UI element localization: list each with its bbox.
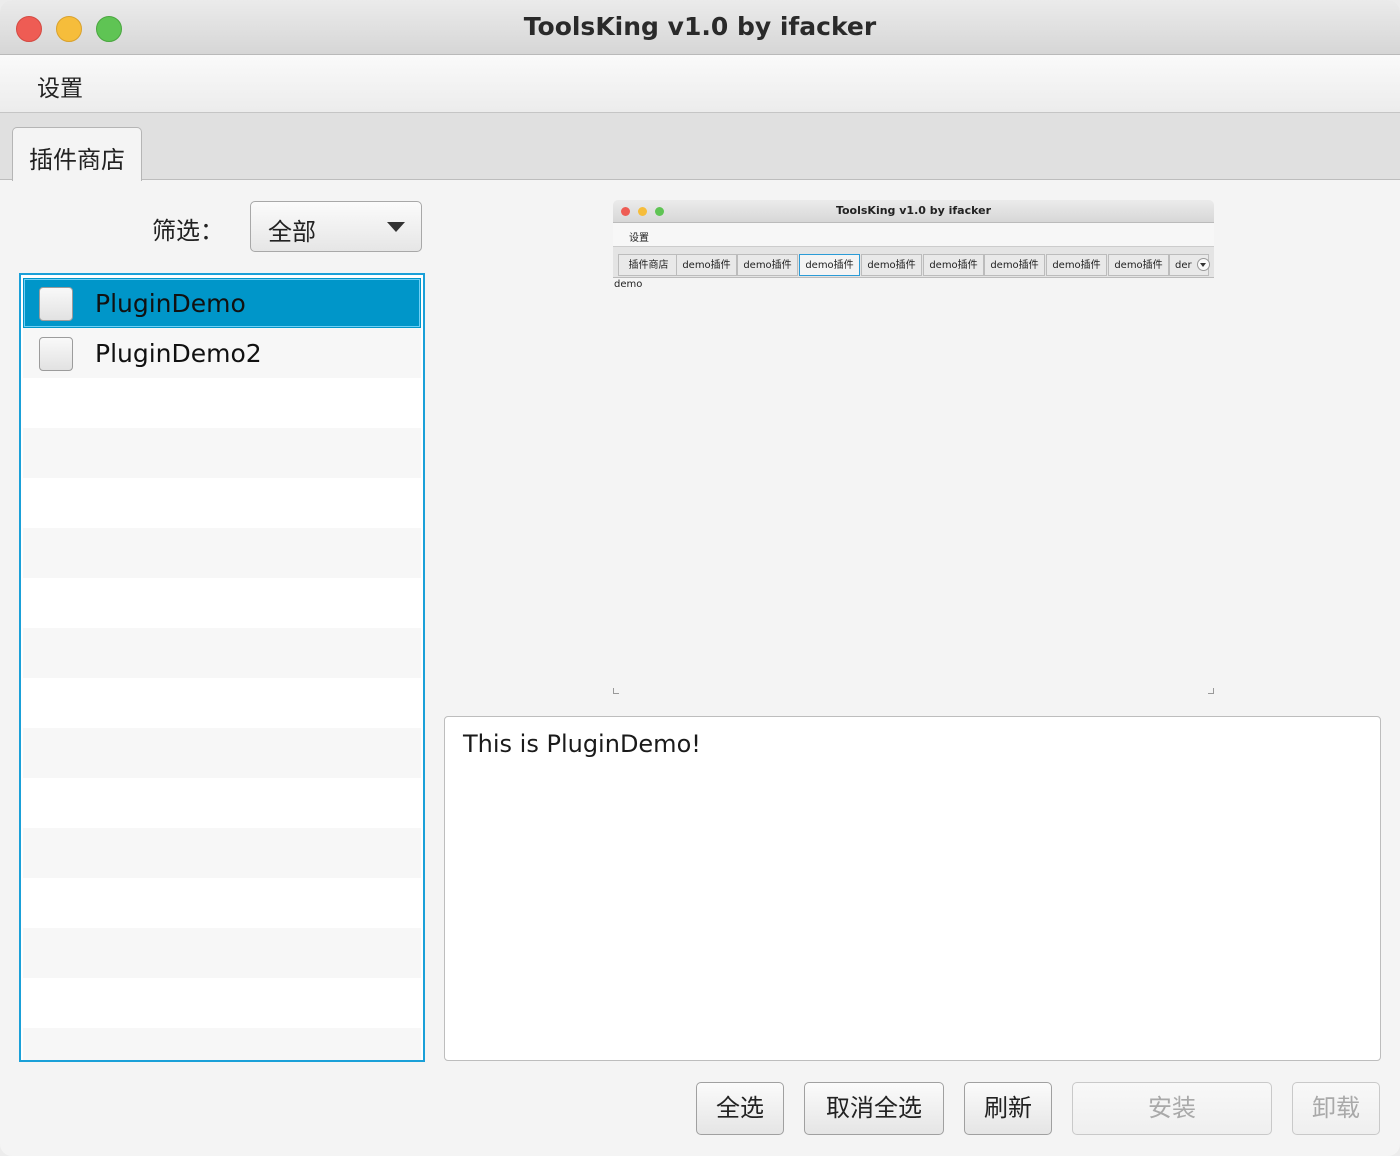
preview-tab: demo插件 bbox=[1108, 254, 1169, 276]
plugin-name: PluginDemo bbox=[95, 289, 246, 318]
preview-tab: demo插件 bbox=[861, 254, 922, 276]
preview-title-bar: ToolsKing v1.0 by ifacker bbox=[613, 200, 1214, 223]
filter-dropdown[interactable]: 全部 bbox=[250, 201, 422, 252]
plugin-checkbox[interactable] bbox=[39, 337, 73, 371]
tab-plugin-store[interactable]: 插件商店 bbox=[12, 127, 142, 181]
preview-window: ToolsKing v1.0 by ifacker 设置 插件商店 demo插件… bbox=[613, 200, 1214, 280]
plugin-description-area[interactable]: This is PluginDemo! bbox=[444, 716, 1381, 1061]
preview-menu-bar: 设置 bbox=[613, 223, 1214, 247]
preview-corner-mark bbox=[613, 688, 619, 694]
empty-row bbox=[23, 878, 421, 928]
empty-row bbox=[23, 778, 421, 828]
empty-row bbox=[23, 578, 421, 628]
plugin-list[interactable]: PluginDemo PluginDemo2 bbox=[19, 273, 425, 1062]
empty-row bbox=[23, 928, 421, 978]
preview-menu-settings: 设置 bbox=[629, 233, 649, 244]
preview-tab-strip: 插件商店 demo插件 demo插件 demo插件 demo插件 demo插件 … bbox=[613, 247, 1214, 278]
preview-tab: demo插件 bbox=[676, 254, 737, 276]
menu-bar: 设置 bbox=[0, 55, 1400, 113]
tab-strip: 插件商店 bbox=[0, 113, 1400, 181]
empty-row bbox=[23, 528, 421, 578]
empty-row bbox=[23, 828, 421, 878]
preview-tab: 插件商店 bbox=[618, 254, 679, 276]
preview-tab-overflow-icon bbox=[1197, 258, 1210, 271]
install-button[interactable]: 安装 bbox=[1072, 1082, 1272, 1135]
chevron-down-icon bbox=[387, 222, 405, 232]
window-title: ToolsKing v1.0 by ifacker bbox=[523, 12, 877, 41]
empty-row bbox=[23, 478, 421, 528]
empty-row bbox=[23, 428, 421, 478]
tab-label: 插件商店 bbox=[29, 146, 125, 174]
empty-row bbox=[23, 378, 421, 428]
preview-tab: demo插件 bbox=[984, 254, 1045, 276]
empty-row bbox=[23, 1028, 421, 1060]
empty-row bbox=[23, 728, 421, 778]
preview-tab: demo插件 bbox=[799, 254, 860, 276]
list-item[interactable]: PluginDemo2 bbox=[23, 328, 421, 378]
filter-selected-value: 全部 bbox=[268, 218, 316, 246]
preview-tab: demo插件 bbox=[1046, 254, 1107, 276]
preview-tab: demo插件 bbox=[737, 254, 798, 276]
plugin-name: PluginDemo2 bbox=[95, 339, 262, 368]
preview-content-text: demo bbox=[614, 279, 643, 290]
empty-row bbox=[23, 628, 421, 678]
app-window: ToolsKing v1.0 by ifacker 设置 插件商店 筛选： 全部… bbox=[0, 0, 1400, 1156]
select-all-button[interactable]: 全选 bbox=[696, 1082, 784, 1135]
title-bar[interactable]: ToolsKing v1.0 by ifacker bbox=[0, 0, 1400, 55]
deselect-all-button[interactable]: 取消全选 bbox=[804, 1082, 944, 1135]
uninstall-button[interactable]: 卸载 bbox=[1292, 1082, 1380, 1135]
plugin-description-text: This is PluginDemo! bbox=[463, 730, 701, 758]
preview-corner-mark bbox=[1208, 688, 1214, 694]
filter-label: 筛选： bbox=[152, 217, 224, 245]
plugin-preview-image: ToolsKing v1.0 by ifacker 设置 插件商店 demo插件… bbox=[613, 200, 1214, 694]
plugin-checkbox[interactable] bbox=[39, 287, 73, 321]
preview-tab: demo插件 bbox=[923, 254, 984, 276]
menu-settings[interactable]: 设置 bbox=[37, 69, 83, 103]
empty-row bbox=[23, 678, 421, 728]
refresh-button[interactable]: 刷新 bbox=[964, 1082, 1052, 1135]
list-item[interactable]: PluginDemo bbox=[23, 278, 421, 328]
preview-title: ToolsKing v1.0 by ifacker bbox=[835, 204, 992, 217]
empty-row bbox=[23, 978, 421, 1028]
